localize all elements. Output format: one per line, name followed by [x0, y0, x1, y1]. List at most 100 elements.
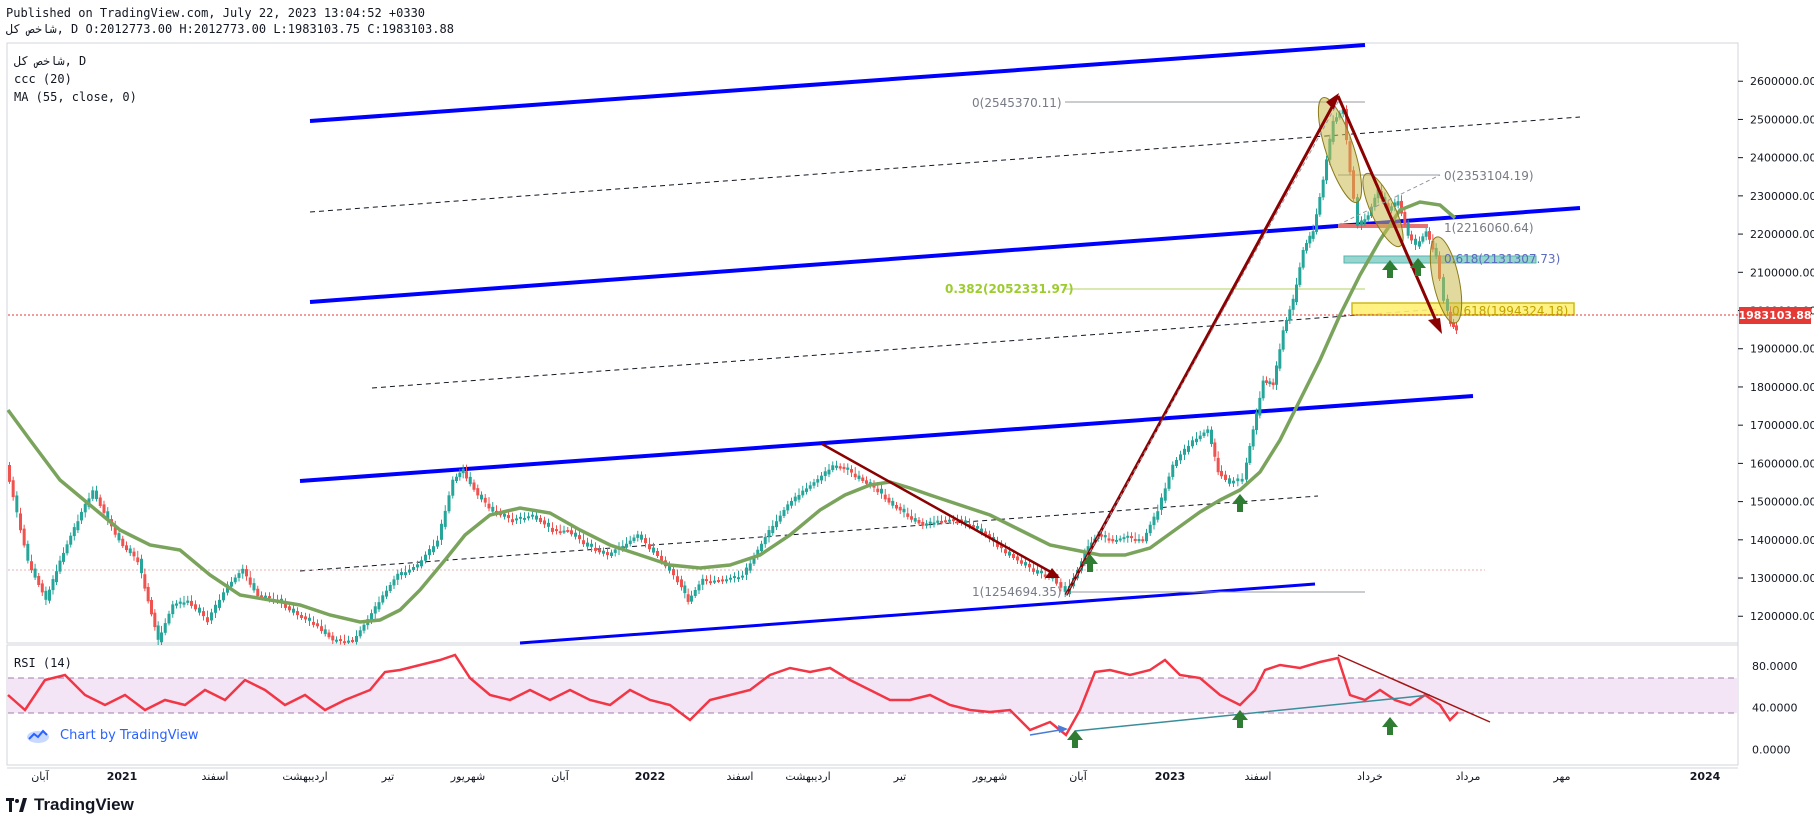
candle	[323, 629, 327, 635]
candle	[610, 552, 613, 556]
candle	[132, 551, 136, 557]
candle	[880, 488, 883, 494]
candle	[335, 639, 338, 642]
candle	[1213, 442, 1217, 457]
candle	[1315, 214, 1318, 232]
candle	[511, 519, 514, 523]
candle	[566, 530, 570, 532]
candle	[586, 542, 589, 547]
candle	[304, 616, 307, 620]
candle	[491, 506, 495, 512]
candle	[312, 621, 315, 625]
candle	[128, 548, 132, 554]
candle	[1288, 309, 1292, 321]
candle	[98, 497, 102, 506]
candle	[801, 490, 805, 496]
candle	[476, 488, 480, 496]
candle	[697, 584, 701, 591]
time-tick-label: اردیبهشت	[282, 770, 327, 783]
candle	[436, 540, 439, 547]
candle	[214, 604, 217, 613]
candle	[775, 521, 778, 528]
rsi-axis[interactable]: 80.0000 40.0000 0.0000	[1752, 660, 1798, 756]
candle	[519, 516, 522, 519]
time-axis[interactable]: آبان 2021 اسفند اردیبهشت تیر شهریور آبان 2022 اس…	[31, 769, 1720, 783]
candle	[644, 538, 647, 544]
candle	[721, 579, 724, 582]
candle	[861, 477, 865, 481]
fib-label-0-top: 0(2545370.11)	[972, 96, 1062, 110]
candle	[26, 543, 30, 561]
candle	[729, 577, 732, 580]
candle	[15, 495, 19, 513]
candle	[416, 564, 419, 568]
price-tick-label: 1300000.00	[1750, 572, 1814, 585]
candle	[1210, 429, 1213, 445]
candle	[167, 613, 171, 624]
fib-label-0-second: 0(2353104.19)	[1444, 169, 1534, 183]
candle	[827, 469, 831, 475]
candle	[1455, 325, 1458, 331]
candle	[562, 530, 566, 533]
candle	[308, 617, 311, 621]
candle	[320, 626, 323, 631]
candle	[233, 577, 237, 583]
candle	[69, 535, 73, 545]
candle	[1298, 267, 1302, 285]
candle	[1424, 231, 1428, 237]
candle	[396, 573, 400, 580]
candle	[625, 543, 628, 548]
candle	[628, 540, 632, 545]
candle	[782, 510, 786, 516]
candle	[339, 639, 342, 642]
price-tick-label: 2400000.00	[1750, 152, 1814, 165]
price-tick-label: 1500000.00	[1750, 496, 1814, 509]
rsi-marker-1	[1067, 730, 1083, 748]
candle	[940, 520, 943, 523]
candle	[1171, 464, 1175, 477]
candle	[1281, 330, 1285, 350]
candle	[891, 500, 895, 506]
candle	[948, 519, 951, 522]
candle	[248, 577, 252, 585]
candle	[117, 533, 121, 541]
candle	[1295, 284, 1298, 303]
candle	[1206, 429, 1210, 433]
candle	[252, 583, 256, 591]
candle	[1268, 381, 1272, 385]
candle	[343, 641, 346, 644]
candle	[392, 579, 396, 586]
candle	[190, 600, 193, 606]
time-tick-label: خرداد	[1357, 770, 1383, 783]
brand-logo[interactable]: TradingView	[6, 795, 134, 815]
chart-canvas[interactable]: 0(2545370.11) 0(2353104.19) 1(2216060.64…	[0, 0, 1814, 823]
candle	[412, 567, 415, 570]
candle	[551, 527, 554, 532]
chart-watermark[interactable]: Chart by TradingView	[20, 724, 205, 746]
price-tick-label: 1800000.00	[1750, 381, 1814, 394]
candle	[574, 532, 577, 537]
time-tick-label: 2022	[635, 770, 666, 783]
price-axis[interactable]: 2600000.00 2500000.00 2400000.00 2300000.00…	[1738, 75, 1814, 623]
channel-top	[309, 43, 1366, 123]
candle	[121, 538, 125, 546]
candle	[1305, 243, 1308, 251]
candle	[808, 485, 812, 489]
candle	[245, 569, 248, 577]
candle	[1160, 497, 1163, 510]
candle	[404, 572, 407, 576]
candle	[805, 488, 808, 492]
candle	[578, 535, 581, 540]
candle	[570, 530, 573, 535]
candle	[1396, 201, 1400, 206]
fib-label-618-upper: 0.618(2131307.73)	[1444, 252, 1560, 266]
candle	[160, 632, 163, 643]
candle	[1020, 560, 1023, 564]
candle	[1275, 365, 1278, 385]
candle	[1183, 448, 1186, 455]
candle	[693, 590, 697, 596]
candle	[748, 563, 752, 571]
candle	[480, 494, 483, 500]
candle	[680, 579, 683, 588]
candle	[1028, 563, 1031, 568]
